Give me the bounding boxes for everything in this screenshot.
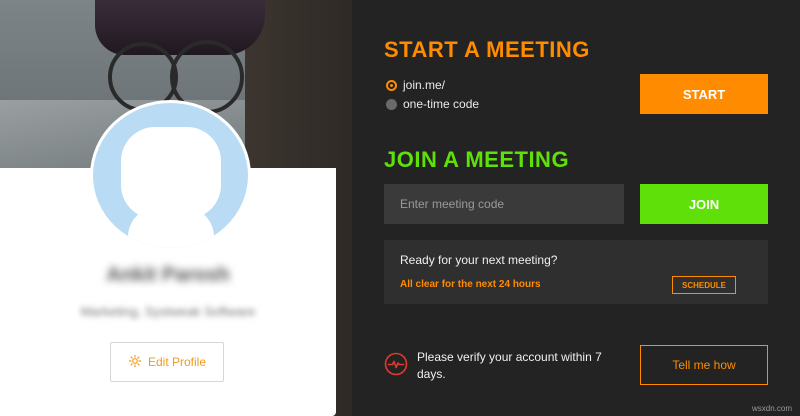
profile-name: Ankit Parosh [106,264,230,286]
join-meeting-heading: JOIN A MEETING [384,147,570,172]
profile-subtitle: Marketing, Systweak Software [80,304,256,319]
avatar [90,100,251,251]
next-meeting-status: All clear for the next 24 hours [400,279,541,290]
radio-unselected[interactable] [386,98,397,110]
schedule-button[interactable]: SCHEDULE [672,276,736,294]
option-joinme-label: join.me/ [403,78,446,92]
option-joinme[interactable]: join.me/ [386,78,445,92]
heartbeat-icon [384,352,408,376]
edit-profile-label: Edit Profile [147,355,207,369]
edit-profile-button[interactable]: Edit Profile [110,342,224,382]
tell-me-how-button[interactable]: Tell me how [640,345,768,385]
join-button[interactable]: JOIN [640,184,768,224]
gear-icon [128,354,142,371]
meeting-code-input[interactable] [384,184,624,224]
photo-rider [95,0,265,55]
radio-selected[interactable] [386,79,397,91]
start-meeting-heading: START A MEETING [384,37,590,62]
next-meeting-title: Ready for your next meeting? [400,253,558,267]
option-one-time-code-label: one-time code [403,97,480,111]
avatar-head [121,127,221,219]
next-meeting-box: Ready for your next meeting? All clear f… [384,240,768,304]
start-button[interactable]: START [640,74,768,114]
avatar-body [128,207,214,248]
watermark: wsxdn.com [752,404,793,413]
verify-message: Please verify your account within 7 days… [417,350,602,381]
option-one-time-code[interactable]: one-time code [386,97,479,111]
